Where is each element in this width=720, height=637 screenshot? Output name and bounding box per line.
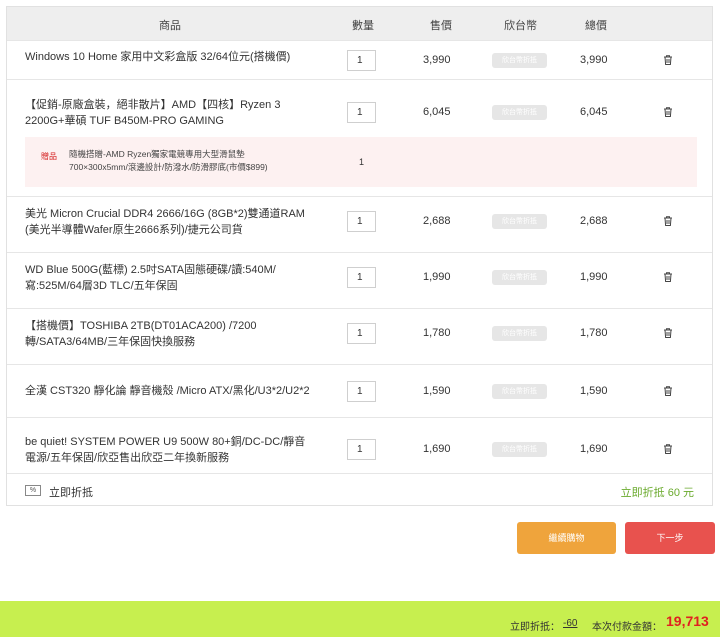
line-total: 3,990 [580, 54, 608, 66]
unit-price: 3,990 [423, 54, 451, 66]
payment-footer: 立即折抵： -60 本次付款金額： 19,713 [0, 601, 720, 637]
discount-icon: % [25, 485, 41, 496]
line-total: 1,990 [580, 271, 608, 283]
gift-description: 隨機搭贈-AMD Ryzen獨家電競專用大型滑鼠墊 700×300x5mm/滾邊… [69, 148, 329, 174]
trash-icon[interactable] [662, 327, 674, 339]
cart-table: 商品 數量 售價 欣台幣 總價 Windows 10 Home 家用中文彩盒版 … [6, 6, 713, 506]
trash-icon[interactable] [662, 271, 674, 283]
header-quantity: 數量 [352, 20, 374, 32]
product-name: be quiet! SYSTEM POWER U9 500W 80+銅/DC-D… [25, 436, 306, 464]
product-name: 美光 Micron Crucial DDR4 2666/16G (8GB*2)雙… [25, 208, 305, 236]
unit-price: 1,690 [423, 443, 451, 455]
footer-discount-value: -60 [563, 618, 578, 629]
header-product: 商品 [159, 20, 181, 32]
unit-price: 2,688 [423, 215, 451, 227]
coin-discount-button[interactable]: 欣台幣折抵 [492, 53, 547, 68]
discount-amount: 立即折抵 60 元 [620, 487, 694, 499]
table-row: WD Blue 500G(藍標) 2.5吋SATA固態硬碟/讀:540M/寫:5… [7, 252, 712, 308]
trash-icon[interactable] [662, 215, 674, 227]
table-header: 商品 數量 售價 欣台幣 總價 [7, 7, 712, 40]
product-name: Windows 10 Home 家用中文彩盒版 32/64位元(搭機價) [25, 51, 291, 63]
trash-icon[interactable] [662, 443, 674, 455]
gift-tag: 贈品 [41, 152, 57, 161]
gift-line-2: 700×300x5mm/滾邊設計/防潑水/防滑膠底(市價$899) [69, 162, 268, 172]
coin-discount-button[interactable]: 欣台幣折抵 [492, 384, 547, 399]
discount-row: % 立即折抵 立即折抵 60 元 [7, 473, 712, 506]
unit-price: 1,990 [423, 271, 451, 283]
coin-discount-button[interactable]: 欣台幣折抵 [492, 442, 547, 457]
trash-icon[interactable] [662, 106, 674, 118]
trash-icon[interactable] [662, 54, 674, 66]
header-total: 總價 [585, 20, 607, 32]
line-total: 1,690 [580, 443, 608, 455]
product-name: 全漢 CST320 靜化論 靜音機殼 /Micro ATX/黑化/U3*2/U2… [25, 385, 310, 397]
table-row: 【搭機價】TOSHIBA 2TB(DT01ACA200) /7200轉/SATA… [7, 308, 712, 364]
product-name: 【促銷-原廠盒裝，絕非散片】AMD【四核】Ryzen 3 2200G+華碩 TU… [25, 99, 281, 127]
header-price: 售價 [430, 20, 452, 32]
coin-discount-button[interactable]: 欣台幣折抵 [492, 326, 547, 341]
coin-discount-button[interactable]: 欣台幣折抵 [492, 270, 547, 285]
table-row: Windows 10 Home 家用中文彩盒版 32/64位元(搭機價) 1 3… [7, 40, 712, 79]
header-coin: 欣台幣 [504, 20, 537, 32]
unit-price: 1,780 [423, 327, 451, 339]
gift-line-1: 隨機搭贈-AMD Ryzen獨家電競專用大型滑鼠墊 [69, 149, 245, 159]
line-total: 6,045 [580, 106, 608, 118]
continue-shopping-button[interactable]: 繼續購物 [517, 522, 616, 554]
trash-icon[interactable] [662, 385, 674, 397]
quantity-input[interactable]: 1 [347, 267, 376, 288]
footer-pay-label: 本次付款金額： [592, 622, 662, 633]
quantity-input[interactable]: 1 [347, 211, 376, 232]
table-row: be quiet! SYSTEM POWER U9 500W 80+銅/DC-D… [7, 417, 712, 473]
table-row: 美光 Micron Crucial DDR4 2666/16G (8GB*2)雙… [7, 196, 712, 252]
unit-price: 6,045 [423, 106, 451, 118]
gift-row: 贈品 隨機搭贈-AMD Ryzen獨家電競專用大型滑鼠墊 700×300x5mm… [25, 137, 697, 187]
quantity-input[interactable]: 1 [347, 50, 376, 71]
line-total: 2,688 [580, 215, 608, 227]
line-total: 1,780 [580, 327, 608, 339]
product-name: 【搭機價】TOSHIBA 2TB(DT01ACA200) /7200轉/SATA… [25, 320, 257, 348]
coin-discount-button[interactable]: 欣台幣折抵 [492, 105, 547, 120]
next-step-button[interactable]: 下一步 [625, 522, 715, 554]
gift-quantity: 1 [359, 157, 365, 167]
line-total: 1,590 [580, 385, 608, 397]
quantity-input[interactable]: 1 [347, 323, 376, 344]
product-name: WD Blue 500G(藍標) 2.5吋SATA固態硬碟/讀:540M/寫:5… [25, 264, 276, 292]
quantity-input[interactable]: 1 [347, 102, 376, 123]
discount-label: 立即折抵 [49, 487, 93, 499]
coin-discount-button[interactable]: 欣台幣折抵 [492, 214, 547, 229]
quantity-input[interactable]: 1 [347, 439, 376, 460]
unit-price: 1,590 [423, 385, 451, 397]
footer-discount-label: 立即折抵： [510, 622, 560, 633]
quantity-input[interactable]: 1 [347, 381, 376, 402]
table-row: 全漢 CST320 靜化論 靜音機殼 /Micro ATX/黑化/U3*2/U2… [7, 364, 712, 417]
footer-pay-value: 19,713 [666, 613, 709, 629]
